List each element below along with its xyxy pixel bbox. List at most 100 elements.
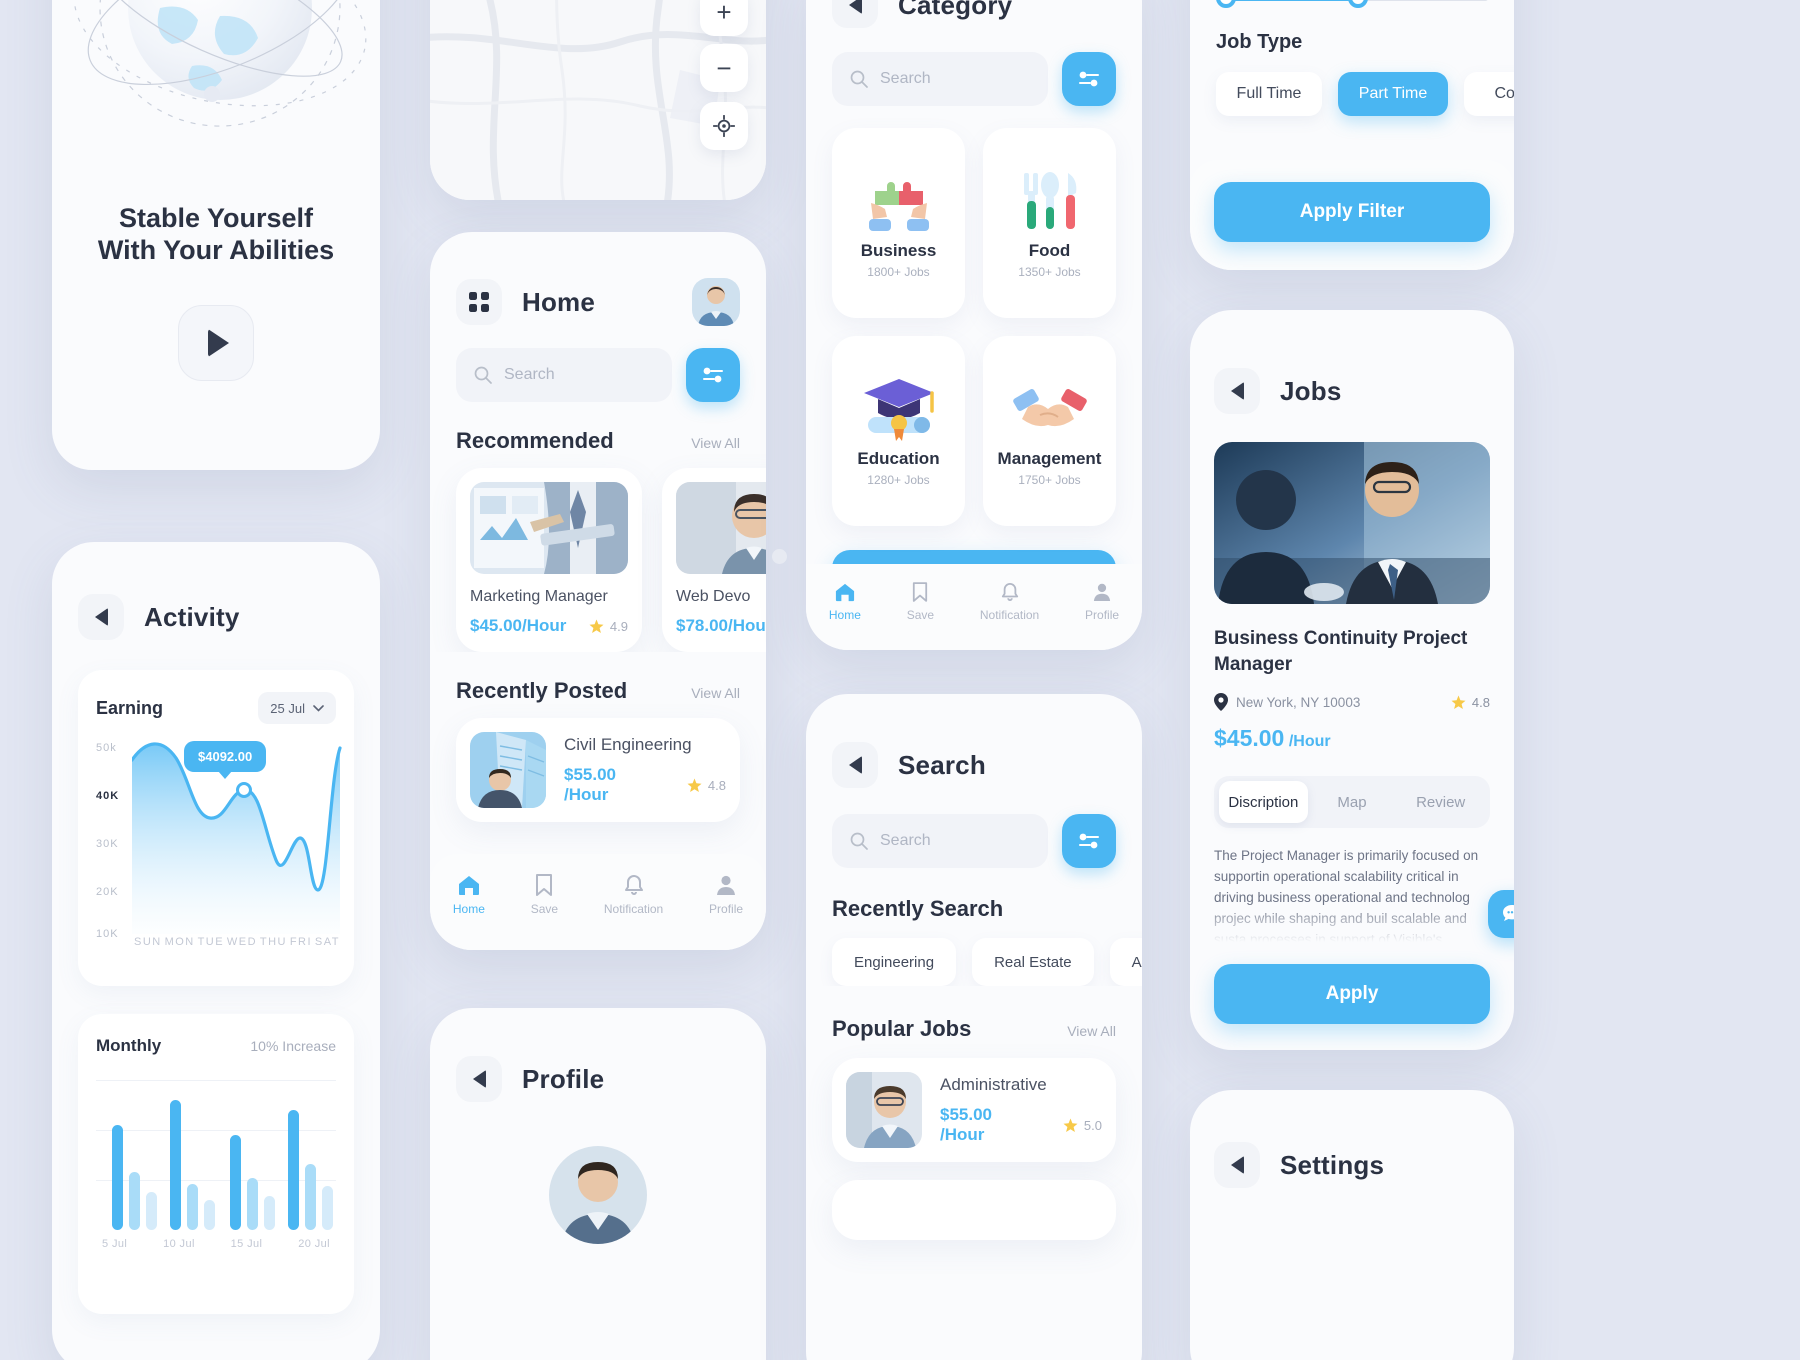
nav-notification[interactable]: Notification [980,582,1039,622]
nav-save[interactable]: Save [531,874,558,916]
nav-profile[interactable]: Profile [1085,582,1119,622]
slider-track[interactable] [1216,0,1488,8]
play-button[interactable] [178,304,254,381]
apply-label: Apply [1325,983,1379,1004]
option-part-time[interactable]: Part Time [1338,72,1448,116]
popular-job-item-partial[interactable] [832,1180,1116,1240]
search-icon [850,70,868,88]
section-title: Recently Posted [456,678,628,703]
filter-button[interactable] [1062,52,1116,106]
job-price: $45.00 [1214,725,1285,752]
nav-save[interactable]: Save [907,582,934,622]
jobs-detail-screen: Jobs Business Continuity Project Manager… [1190,310,1514,1050]
page-title: Category [898,0,1013,20]
back-button[interactable] [1214,368,1260,414]
graduation-cap-icon [863,379,934,441]
scroll-dot [772,549,787,564]
filter-button[interactable] [686,348,740,402]
tab-map[interactable]: Map [1308,781,1397,823]
home-icon [458,876,479,895]
recommended-list[interactable]: Marketing Manager $45.00 /Hour 4.9 Web D… [430,454,766,652]
cutlery-icon [1023,172,1076,229]
category-card-management[interactable]: Management 1750+ Jobs [983,336,1116,526]
crosshair-icon [713,115,735,137]
apply-button[interactable]: Apply [1214,964,1490,1024]
filter-sliders-icon [1079,71,1099,87]
map-locate-button[interactable] [700,102,748,150]
job-description: The Project Manager is primarily focused… [1214,848,1479,943]
search-header: Search [806,694,1142,788]
search-input[interactable]: Search [456,348,672,402]
nav-notification[interactable]: Notification [604,874,663,916]
back-button[interactable] [832,0,878,28]
category-card-education[interactable]: Education 1280+ Jobs [832,336,965,526]
recently-search-chips[interactable]: Engineering Real Estate Accoun [806,922,1142,986]
job-card[interactable]: Marketing Manager $45.00 /Hour 4.9 [456,468,642,652]
chip-engineering[interactable]: Engineering [832,938,957,986]
category-jobs: 1280+ Jobs [867,473,930,487]
search-screen: Search Search Recently Search Engineerin [806,694,1142,1360]
profile-avatar[interactable] [549,1146,647,1244]
category-card-food[interactable]: Food 1350+ Jobs [983,128,1116,318]
range-slider[interactable] [1190,0,1514,8]
star-icon [589,619,604,633]
search-input[interactable]: Search [832,52,1048,106]
chip-real-estate[interactable]: Real Estate [972,938,1094,986]
activity-screen: Activity Earning 25 Jul 50k 40K 30K 20K … [52,542,380,1360]
back-button[interactable] [832,742,878,788]
section-title: Popular Jobs [832,1016,972,1041]
nav-home[interactable]: Home [829,582,861,622]
back-button[interactable] [456,1056,502,1102]
interview-photo [1214,442,1490,604]
job-price-unit: /Hour [940,1125,985,1144]
back-button[interactable] [1214,1142,1260,1188]
chat-button[interactable] [1488,890,1514,938]
view-all-link[interactable]: View All [691,435,740,451]
map-zoom-in-button[interactable]: + [700,0,748,36]
view-all-link[interactable]: View All [1067,1023,1116,1039]
filter-sliders-icon [1079,833,1099,849]
job-type-label: Job Type [1216,31,1303,53]
popular-job-item[interactable]: Administrative $55.00 /Hour 5.0 [832,1058,1116,1162]
search-input[interactable]: Search [832,814,1048,868]
category-name: Management [997,449,1102,468]
back-button[interactable] [78,594,124,640]
option-full-time[interactable]: Full Time [1216,72,1322,116]
job-rating: 4.8 [707,777,726,793]
user-avatar [692,278,740,326]
map-zoom-out-button[interactable]: − [700,44,748,92]
job-tabs[interactable]: Discription Map Review [1214,776,1490,829]
recently-posted-item[interactable]: Civil Engineering $55.00 /Hour 4.8 [456,718,740,822]
nav-home[interactable]: Home [453,874,485,916]
user-avatar-large [549,1146,647,1244]
slider-fill [1222,0,1364,1]
bottom-navigation[interactable]: Home Save Notification Profile [806,564,1142,650]
map-screen[interactable]: NEW JERSEY NEW YORK ST MARINERS HARBOR W… [430,0,766,200]
nav-profile[interactable]: Profile [709,874,743,916]
tab-discription[interactable]: Discription [1219,781,1308,824]
job-card[interactable]: Web Devo $78.00 /Hou [662,468,766,652]
job-price-unit: /Hour [1288,733,1331,751]
nav-label: Profile [709,902,744,916]
category-card-business[interactable]: Business 1800+ Jobs [832,128,965,318]
filter-button[interactable] [1062,814,1116,868]
view-all-link[interactable]: View All [691,685,740,701]
avatar[interactable] [692,278,740,326]
date-filter-dropdown[interactable]: 25 Jul [258,692,336,724]
tab-review[interactable]: Review [1396,781,1485,823]
earning-tooltip: $4092.00 [184,741,267,779]
profile-header: Profile [430,1008,766,1102]
activity-header: Activity [52,542,380,640]
nav-label: Notification [603,902,664,916]
nav-label: Home [828,608,861,622]
chip-accounting[interactable]: Accoun [1109,938,1142,986]
bottom-navigation[interactable]: Home Save Notification Profile [430,854,766,950]
job-hero-photo [1214,442,1490,604]
apply-filter-button[interactable]: Apply Filter [1214,182,1490,242]
date-filter-value: 25 Jul [270,700,305,716]
category-name: Education [857,449,940,468]
job-type-options[interactable]: Full Time Part Time Contr [1190,54,1514,116]
job-rating: 5.0 [1083,1117,1102,1133]
option-contract[interactable]: Contr [1464,72,1514,116]
grid-menu-button[interactable] [456,279,502,325]
